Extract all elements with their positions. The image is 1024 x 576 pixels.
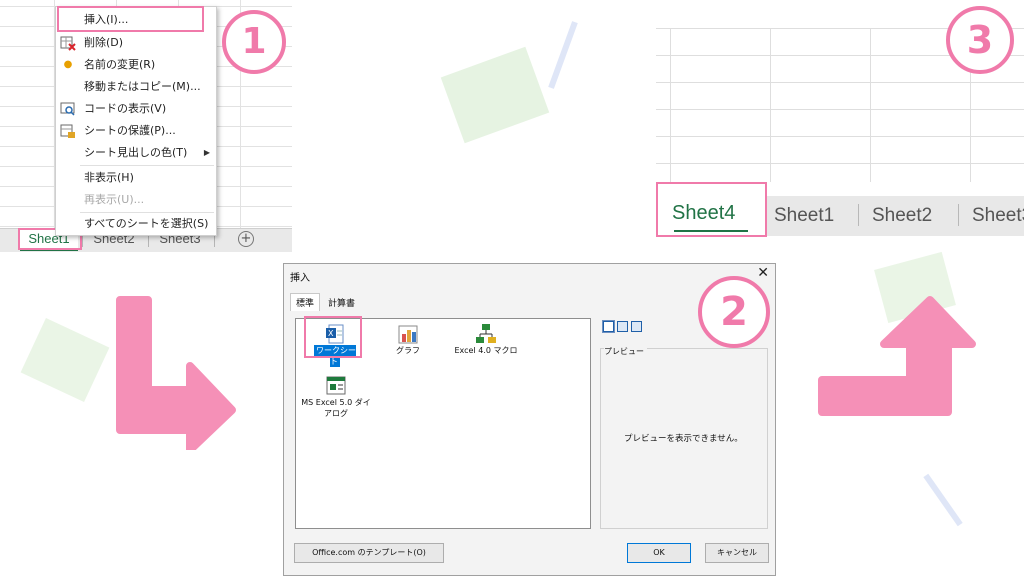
dialog-title: 挿入 [290,273,310,284]
arrow-up-right-icon [818,296,976,416]
close-icon[interactable]: ✕ [757,265,769,281]
view-toggle [602,317,645,336]
chart-icon [397,323,419,345]
protect-sheet-icon [60,123,76,139]
menu-item-label: 非表示(H) [84,171,134,184]
background-decoration [923,473,963,527]
menu-item-label: シートの保護(P)... [84,124,176,137]
sheet-tab-2[interactable]: Sheet2 [872,202,932,232]
step-badge-3: 3 [946,6,1014,74]
preview-label: プレビュー [604,346,647,357]
delete-sheet-icon [60,35,76,51]
menu-separator [80,165,214,166]
template-item-label: MS Excel 5.0 ダイアログ [301,398,371,418]
submenu-arrow-icon: ▶ [203,148,210,157]
template-item-label: Excel 4.0 マクロ [454,346,518,355]
menu-item-tab-color[interactable]: シート見出しの色(T) ▶ [56,142,216,164]
menu-item-label: 名前の変更(R) [84,58,156,71]
menu-item-label: 移動またはコピー(M)... [84,80,201,93]
sheet-tab-3[interactable]: Sheet3 [972,202,1024,232]
view-code-icon [60,101,76,117]
template-item-chart[interactable]: グラフ [386,323,430,356]
template-item-dialog-sheet[interactable]: MS Excel 5.0 ダイアログ [298,375,374,419]
step-badge-1: 1 [222,10,286,74]
background-decoration [548,21,578,89]
context-menu: 挿入(I)... 削除(D) ● 名前の変更(R) 移動またはコピー(M)...… [55,6,217,236]
macro-icon [475,323,497,345]
tab-separator [958,204,959,226]
menu-item-label: コードの表示(V) [84,102,167,115]
menu-item-unhide: 再表示(U)... [56,189,216,211]
highlight-frame [57,6,204,32]
template-item-macro[interactable]: Excel 4.0 マクロ [446,323,526,356]
menu-item-move-copy[interactable]: 移動またはコピー(M)... [56,76,216,98]
add-sheet-button[interactable]: + [238,231,254,247]
menu-item-delete[interactable]: 削除(D) [56,32,216,54]
list-view-icon[interactable] [617,321,628,332]
menu-item-label: 再表示(U)... [84,193,145,206]
menu-item-view-code[interactable]: コードの表示(V) [56,98,216,120]
details-view-icon[interactable] [631,321,642,332]
menu-item-label: すべてのシートを選択(S) [84,217,209,230]
tab-separator [858,204,859,226]
menu-item-rename[interactable]: ● 名前の変更(R) [56,54,216,76]
background-decoration [440,46,550,144]
ok-button[interactable]: OK [627,543,691,563]
template-item-label: グラフ [396,346,420,355]
menu-item-hide[interactable]: 非表示(H) [56,167,216,189]
bullet-icon: ● [63,59,73,70]
large-icons-view-icon[interactable] [602,320,615,333]
dialog-sheet-icon [325,375,347,397]
menu-item-select-all-sheets[interactable]: すべてのシートを選択(S) [56,213,216,235]
office-templates-button[interactable]: Office.com のテンプレート(O) [294,543,444,563]
step-badge-2: 2 [698,276,770,348]
tab-standard[interactable]: 標準 [290,293,321,311]
preview-message: プレビューを表示できません。 [624,434,743,444]
menu-item-protect-sheet[interactable]: シートの保護(P)... [56,120,216,142]
sheet-tab-1[interactable]: Sheet1 [774,202,834,232]
cancel-button[interactable]: キャンセル [705,543,769,563]
highlight-frame [656,182,767,237]
menu-item-label: 削除(D) [84,36,124,49]
highlight-frame [304,316,362,358]
background-decoration [20,318,110,402]
arrow-down-right-icon [116,296,236,450]
menu-item-label: シート見出しの色(T) [84,146,188,159]
tab-spreadsheet-solutions[interactable]: 計算書 [328,296,355,309]
